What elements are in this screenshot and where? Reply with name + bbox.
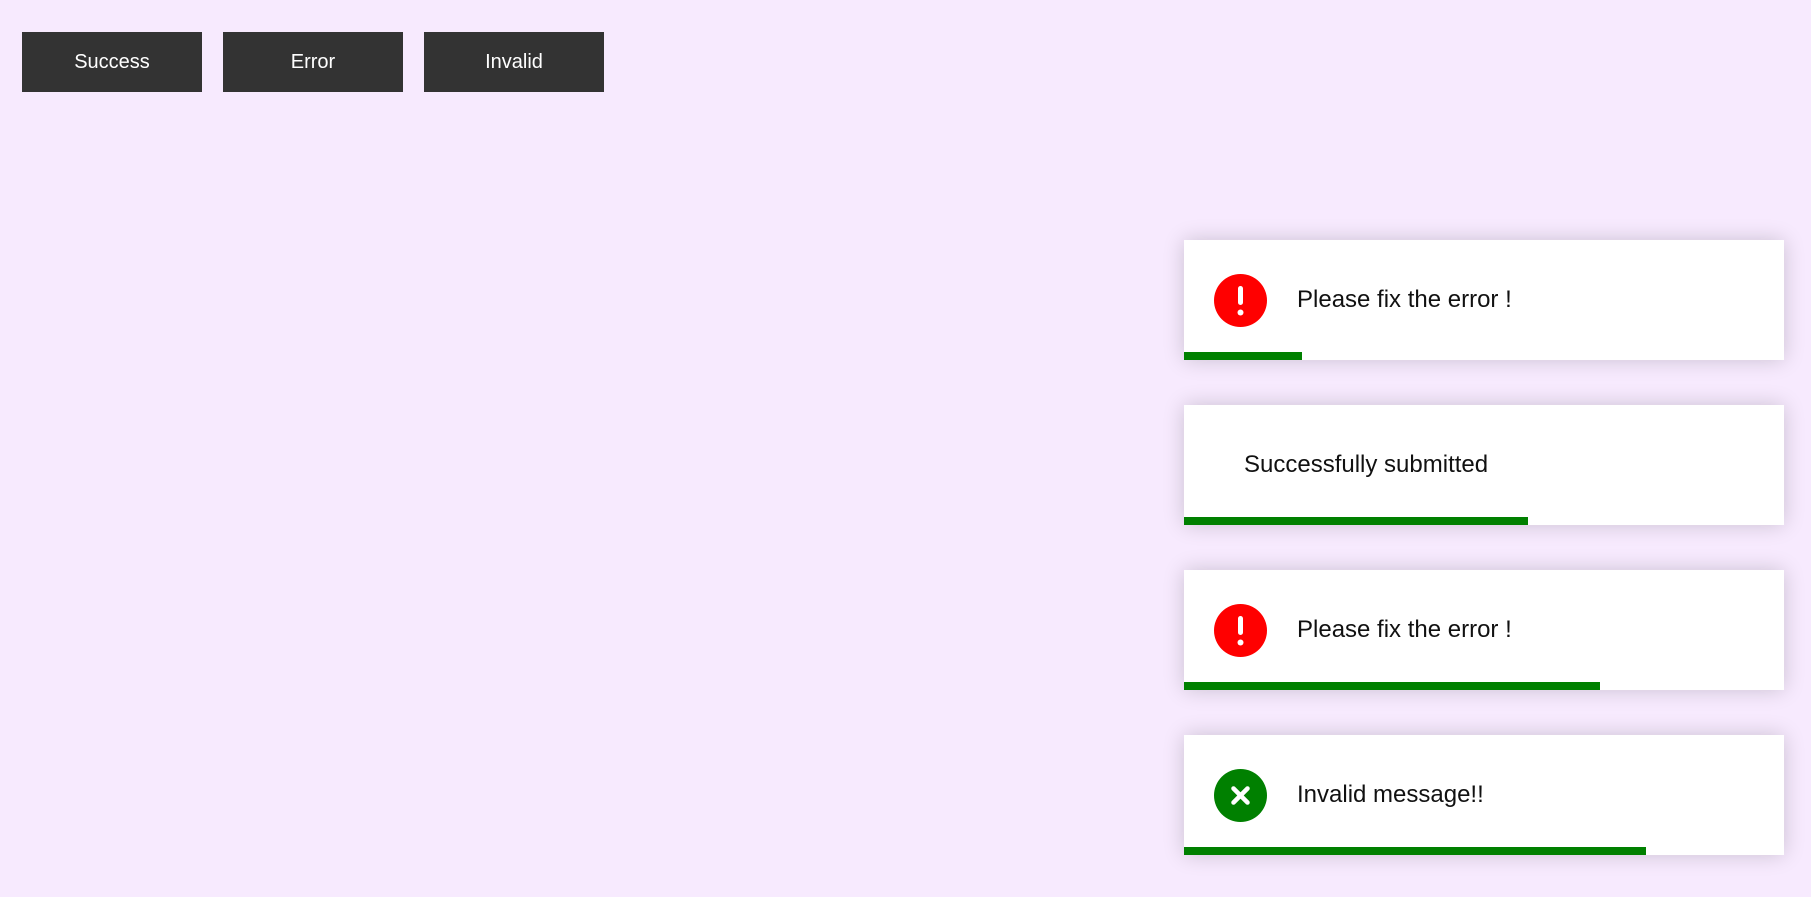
toast-progress-bar (1184, 352, 1303, 360)
x-mark-icon (1214, 768, 1267, 822)
toast-container: Please fix the error ! Successfully subm… (1184, 240, 1784, 855)
toast-success[interactable]: Successfully submitted (1184, 405, 1784, 525)
invalid-button[interactable]: Invalid (424, 32, 604, 92)
toast-invalid[interactable]: Invalid message!! (1184, 735, 1784, 855)
toast-message: Please fix the error ! (1297, 616, 1512, 643)
toast-error[interactable]: Please fix the error ! (1184, 570, 1784, 690)
toast-progress-bar (1184, 517, 1528, 525)
toast-message: Invalid message!! (1297, 781, 1484, 808)
toast-message: Please fix the error ! (1297, 286, 1512, 313)
exclamation-icon (1214, 603, 1267, 657)
error-button[interactable]: Error (223, 32, 403, 92)
toast-progress-bar (1184, 847, 1646, 855)
toast-progress-bar (1184, 682, 1600, 690)
toast-trigger-buttons: Success Error Invalid (22, 32, 604, 92)
toast-error[interactable]: Please fix the error ! (1184, 240, 1784, 360)
toast-message: Successfully submitted (1244, 451, 1489, 478)
success-button[interactable]: Success (22, 32, 202, 92)
exclamation-icon (1214, 273, 1267, 327)
